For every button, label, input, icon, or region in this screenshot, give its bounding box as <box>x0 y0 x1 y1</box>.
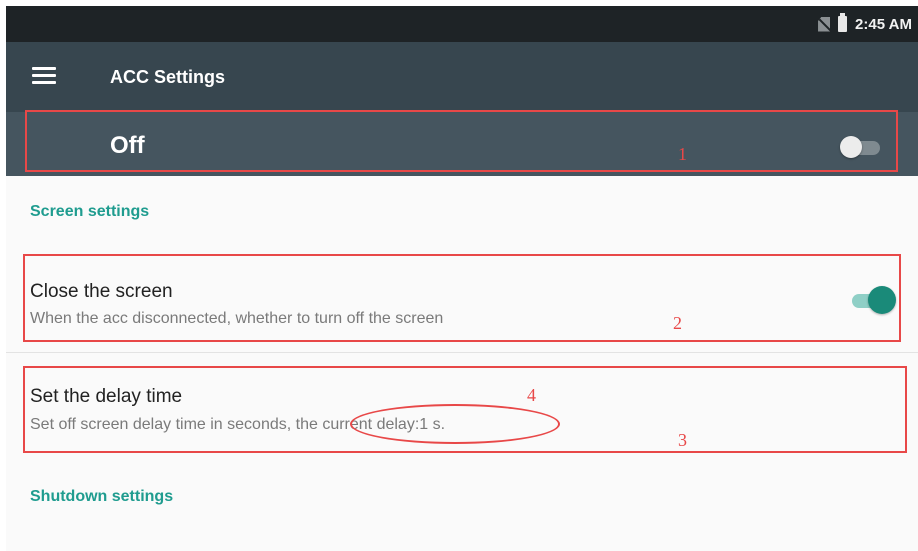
status-icons: 2:45 AM <box>818 6 912 42</box>
battery-icon <box>838 13 848 32</box>
annotation-box-2 <box>23 254 901 342</box>
settings-list: Screen settings Close the screen When th… <box>6 176 918 551</box>
annotation-ellipse-4 <box>350 404 560 444</box>
section-header-screen: Screen settings <box>30 203 150 220</box>
no-sim-icon <box>818 16 831 32</box>
status-bar: 2:45 AM <box>6 6 918 42</box>
annotation-number-2: 2 <box>673 313 682 333</box>
annotation-box-1 <box>25 110 898 172</box>
divider <box>6 352 918 353</box>
status-time: 2:45 AM <box>855 15 912 33</box>
section-header-shutdown: Shutdown settings <box>30 488 174 505</box>
app-bar: ACC Settings <box>6 42 918 112</box>
annotation-number-3: 3 <box>678 430 687 450</box>
page-title: ACC Settings <box>110 67 226 87</box>
annotation-number-1: 1 <box>678 144 687 164</box>
hamburger-menu-icon[interactable] <box>32 67 58 85</box>
annotation-number-4: 4 <box>527 385 536 405</box>
android-screen: 2:45 AM ACC Settings Off Screen settings… <box>6 6 918 551</box>
